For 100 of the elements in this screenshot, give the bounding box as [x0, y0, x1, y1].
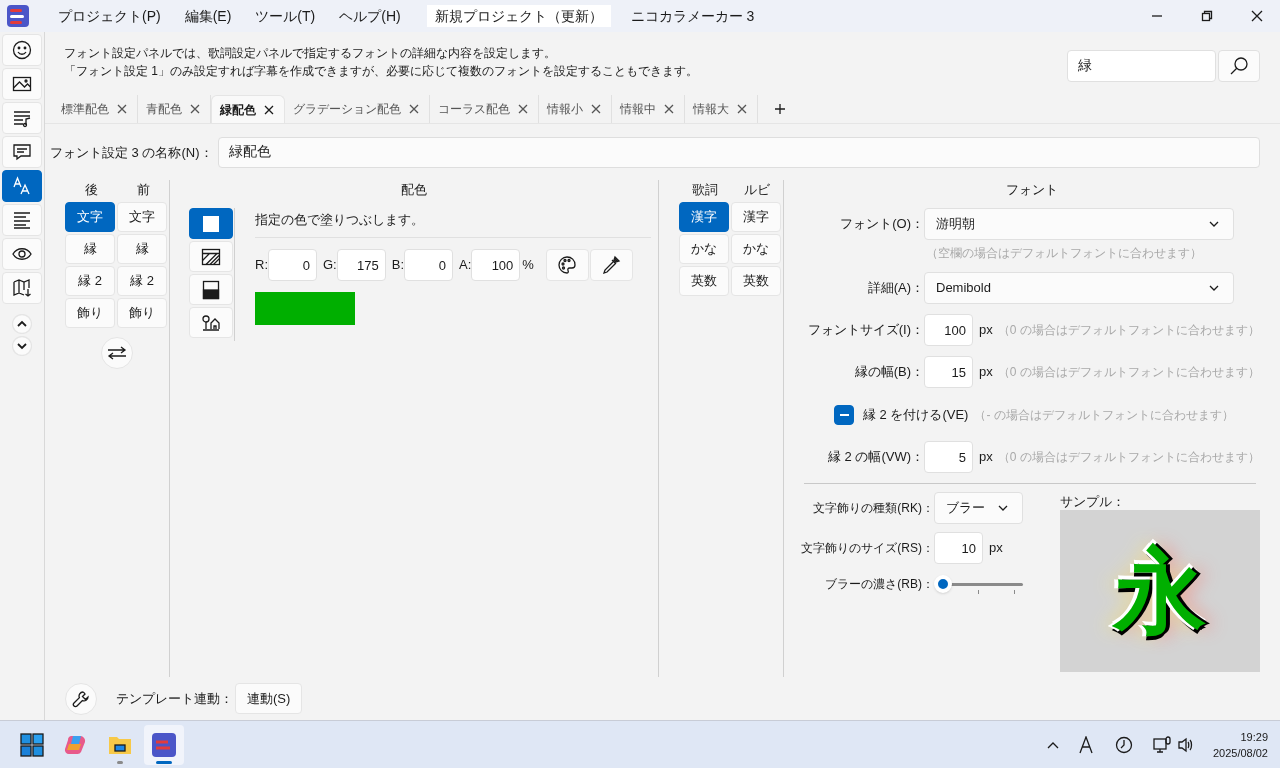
menu-item[interactable]: 編集(E): [172, 5, 244, 27]
tab[interactable]: 標準配色: [53, 95, 138, 124]
app-logo-icon: [7, 5, 29, 27]
menu-item[interactable]: ヘルプ(H): [327, 5, 413, 27]
network-icon[interactable]: [1152, 735, 1171, 754]
align-left-icon: [12, 210, 32, 230]
window-title: ニコカラメーカー 3: [630, 6, 755, 26]
close-icon[interactable]: [518, 104, 528, 115]
hint-text: （空欄の場合はデフォルトフォントに合わせます）: [926, 246, 1202, 261]
menu-item[interactable]: プロジェクト(P): [46, 5, 173, 27]
number-field[interactable]: 10: [934, 532, 983, 565]
toggle-button[interactable]: 漢字: [679, 201, 729, 232]
sample-glyph: 永: [1114, 536, 1206, 648]
map-icon: [12, 278, 32, 298]
slider-thumb[interactable]: [934, 575, 952, 594]
toggle-button[interactable]: 飾り: [65, 297, 115, 328]
chevron-up-icon[interactable]: [1046, 740, 1059, 749]
toggle-button[interactable]: 飾り: [117, 297, 167, 328]
channel-field[interactable]: 175: [336, 249, 386, 282]
taskbar-button[interactable]: [144, 724, 184, 765]
clock-icon[interactable]: [1114, 735, 1133, 754]
wrench-icon: [72, 689, 90, 708]
channel-field[interactable]: 100: [471, 249, 521, 282]
slider[interactable]: [934, 574, 1023, 595]
chevron-down-icon[interactable]: [12, 336, 32, 356]
name-field[interactable]: 緑配色: [217, 136, 1260, 168]
maximize-icon[interactable]: [1201, 10, 1213, 22]
close-icon[interactable]: [737, 104, 747, 115]
swap-arrows-icon: [107, 345, 127, 360]
tab[interactable]: コーラス配色: [430, 95, 539, 124]
filled-square-icon: [201, 213, 221, 234]
channel-label: B:: [391, 256, 405, 275]
field-label: 縁の幅(B)：: [854, 363, 924, 382]
toggle-button[interactable]: 縁: [117, 233, 167, 264]
clock-date[interactable]: 2025/08/02: [1212, 744, 1268, 761]
toggle-button[interactable]: 縁 2: [117, 265, 167, 296]
tab[interactable]: 情報大: [685, 95, 758, 124]
toggle-button[interactable]: 文字: [117, 201, 167, 232]
clock-time[interactable]: 19:29: [1240, 728, 1268, 745]
channel-label: G:: [323, 256, 337, 275]
add-tab-icon[interactable]: [774, 103, 786, 116]
channel-label: A:: [459, 256, 472, 275]
close-icon[interactable]: [591, 104, 601, 115]
number-field[interactable]: 15: [924, 356, 973, 389]
font-icon[interactable]: [1078, 735, 1093, 754]
half-filled-square-icon: [201, 279, 221, 300]
field-label: 文字飾りのサイズ(RS)：: [801, 540, 934, 558]
toggle-button[interactable]: かな: [679, 233, 729, 264]
close-icon[interactable]: [117, 104, 127, 115]
number-field[interactable]: 5: [924, 441, 973, 474]
eyedropper-button[interactable]: [589, 249, 633, 282]
swap-button[interactable]: [101, 336, 133, 369]
hint-text: （0 の場合はデフォルトフォントに合わせます）: [997, 322, 1260, 340]
hint-text: （0 の場合はデフォルトフォントに合わせます）: [997, 364, 1260, 382]
speaker-icon[interactable]: [1176, 736, 1195, 753]
close-icon[interactable]: [664, 104, 674, 115]
settings-button[interactable]: [65, 682, 97, 715]
menu-item[interactable]: ツール(T): [243, 5, 328, 27]
field-label: テンプレート連動：: [116, 690, 233, 708]
decoration-dropdown[interactable]: ブラー: [934, 492, 1023, 525]
smiley-icon: [12, 40, 32, 60]
toggle-button[interactable]: かな: [731, 233, 781, 264]
font-dropdown[interactable]: 游明朝: [924, 208, 1234, 241]
color-palette-button[interactable]: [545, 249, 589, 282]
close-icon[interactable]: [190, 104, 200, 115]
checkbox[interactable]: [834, 405, 854, 426]
section-title: 配色: [399, 181, 428, 200]
field-label: 文字飾りの種類(RK)：: [813, 500, 934, 518]
close-icon[interactable]: [264, 104, 274, 115]
channel-field[interactable]: 0: [404, 249, 454, 282]
toggle-button[interactable]: 縁: [65, 233, 115, 264]
number-field[interactable]: 100: [924, 314, 973, 347]
search-field[interactable]: 緑: [1067, 50, 1216, 82]
style-dropdown[interactable]: Demibold: [924, 272, 1234, 305]
section-title: フォント: [1005, 181, 1059, 200]
music-list-icon: [12, 108, 32, 128]
toggle-button[interactable]: 英数: [679, 265, 729, 296]
field-label: ブラーの濃さ(RB)：: [825, 576, 934, 594]
chevron-down-icon: [1209, 221, 1219, 228]
tab[interactable]: 情報小: [539, 95, 612, 124]
channel-field[interactable]: 0: [268, 249, 317, 282]
tab[interactable]: グラデーション配色: [285, 95, 430, 124]
tab[interactable]: 緑配色: [211, 95, 285, 124]
field-label: フォント(O)：: [840, 215, 924, 234]
toggle-button[interactable]: 英数: [731, 265, 781, 296]
toggle-button[interactable]: 文字: [65, 201, 115, 232]
column-header: ルビ: [743, 181, 771, 200]
palette-icon: [557, 255, 578, 276]
tab[interactable]: 情報中: [612, 95, 685, 124]
toggle-button[interactable]: 漢字: [731, 201, 781, 232]
field-label: 詳細(A)：: [867, 279, 924, 298]
link-button[interactable]: 連動(S): [235, 683, 303, 715]
toggle-button[interactable]: 縁 2: [65, 265, 115, 296]
search-icon: [1229, 56, 1249, 76]
checkbox-label: 縁 2 を付ける(VE): [863, 406, 969, 425]
chevron-down-icon: [998, 505, 1008, 512]
description-text: 「フォント設定 1」のみ設定すれば字幕を作成できますが、必要に応じて複数のフォントを設定することもできます。: [64, 63, 699, 80]
search-button[interactable]: [1218, 50, 1260, 82]
close-icon[interactable]: [409, 104, 419, 115]
close-icon[interactable]: [1251, 10, 1263, 22]
